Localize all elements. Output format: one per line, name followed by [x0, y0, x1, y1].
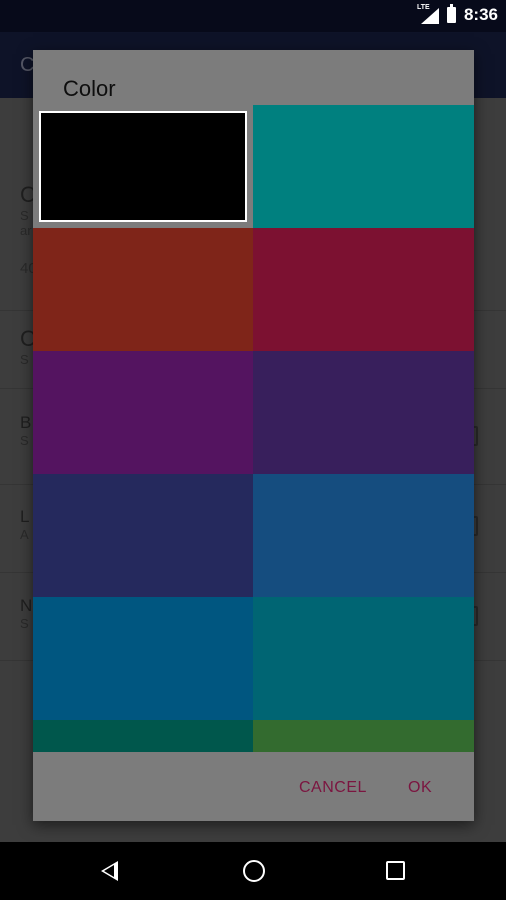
color-swatch[interactable] — [253, 720, 474, 752]
pref-title: N — [20, 596, 33, 615]
color-swatch[interactable] — [253, 597, 474, 720]
recents-button[interactable] — [366, 842, 426, 900]
color-swatch[interactable] — [253, 228, 474, 351]
pref-item-4: L A — [20, 507, 29, 542]
navigation-bar — [0, 842, 506, 900]
status-icons: LTE 8:36 — [417, 4, 498, 25]
pref-title: L — [20, 507, 30, 526]
back-button[interactable] — [81, 842, 141, 900]
cancel-button[interactable]: CANCEL — [299, 779, 367, 797]
status-bar: LTE 8:36 — [0, 0, 506, 32]
pref-title: B — [20, 413, 32, 432]
color-swatch[interactable] — [33, 597, 253, 720]
recents-icon — [386, 861, 405, 880]
dialog-title: Color — [63, 76, 116, 101]
pref-item-3: B S — [20, 413, 31, 448]
home-button[interactable] — [224, 842, 284, 900]
pref-summary: S — [20, 616, 29, 631]
back-icon — [101, 861, 118, 881]
color-swatch[interactable] — [253, 351, 474, 474]
color-swatch-grid — [33, 105, 474, 752]
color-swatch[interactable] — [33, 351, 253, 474]
color-swatch[interactable] — [253, 474, 474, 597]
pref-item-5: N S — [20, 596, 32, 631]
color-swatch[interactable] — [33, 720, 253, 752]
pref-summary: S — [20, 433, 29, 448]
color-picker-dialog: Color CANCEL OK — [33, 50, 474, 821]
color-swatch[interactable] — [33, 105, 253, 228]
pref-summary: A — [20, 527, 29, 542]
dialog-actions: CANCEL OK — [33, 752, 474, 821]
home-icon — [243, 860, 265, 882]
status-time: 8:36 — [463, 5, 498, 24]
color-swatch[interactable] — [33, 474, 253, 597]
color-swatch[interactable] — [253, 105, 474, 228]
ok-button[interactable]: OK — [408, 779, 432, 797]
battery-icon — [446, 4, 456, 23]
color-swatch[interactable] — [33, 228, 253, 351]
selected-swatch-indicator — [39, 111, 247, 222]
signal-strength-icon — [420, 8, 439, 24]
lte-signal-icon: LTE — [417, 4, 439, 24]
